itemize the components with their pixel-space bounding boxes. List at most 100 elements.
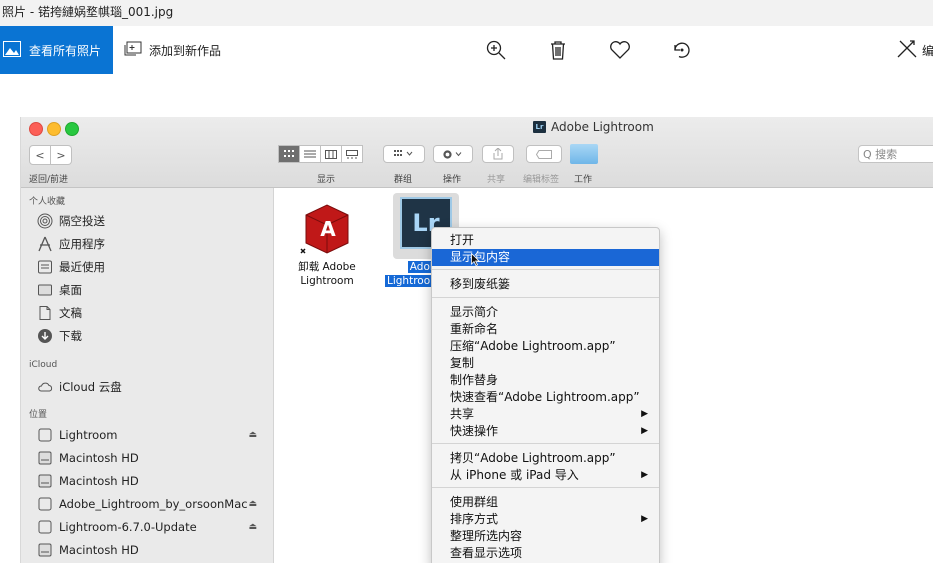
sidebar-item-downloads[interactable]: 下载	[37, 327, 267, 345]
hard-drive-icon	[37, 473, 53, 489]
photo-icon	[3, 40, 21, 60]
desktop-icon	[37, 282, 53, 298]
menu-item-label: 拷贝“Adobe Lightroom.app”	[450, 451, 616, 465]
finder-title-text: Adobe Lightroom	[551, 120, 654, 134]
heart-icon[interactable]	[608, 38, 632, 62]
eject-icon[interactable]: ⏏	[248, 522, 257, 532]
menu-item-clean-up-selection[interactable]: 整理所选内容	[432, 528, 659, 545]
search-field[interactable]: Q 搜索	[858, 145, 933, 163]
view-all-photos-label: 查看所有照片	[29, 43, 102, 58]
sidebar-item-label: Macintosh HD	[59, 451, 139, 465]
edit-button[interactable]: 编	[896, 38, 933, 62]
gallery-view-icon[interactable]	[341, 145, 363, 163]
sidebar-item-label: Lightroom-6.7.0-Update	[59, 520, 197, 534]
sidebar-item-label: Adobe_Lightroom_by_orsoonMac	[59, 497, 248, 511]
column-view-icon[interactable]	[320, 145, 342, 163]
sidebar-item-location[interactable]: Macintosh HD	[37, 541, 267, 559]
sidebar-item-airdrop[interactable]: 隔空投送	[37, 212, 267, 230]
list-view-icon[interactable]	[299, 145, 321, 163]
sidebar-item-recents[interactable]: 最近使用	[37, 258, 267, 276]
menu-item-label: 查看显示选项	[450, 546, 523, 560]
sidebar-item-location[interactable]: Lightroom ⏏	[37, 426, 267, 444]
zoom-window-button[interactable]	[65, 122, 79, 136]
action-button[interactable]	[433, 145, 473, 163]
zoom-in-icon[interactable]	[484, 38, 508, 62]
rotate-icon[interactable]	[670, 38, 694, 62]
icloud-header: iCloud	[29, 360, 58, 370]
menu-item-label: 移到废纸篓	[450, 277, 511, 291]
view-all-photos-button[interactable]: 查看所有照片	[0, 26, 113, 74]
work-label: 工作	[574, 175, 593, 185]
menu-item-sort-by[interactable]: 排序方式 ▶	[432, 511, 659, 528]
uninstaller-icon-letter: A	[320, 217, 336, 241]
menu-item-import-from-iphone[interactable]: 从 iPhone 或 iPad 导入 ▶	[432, 467, 659, 484]
menu-item-move-to-trash[interactable]: 移到废纸篓	[432, 276, 659, 293]
menu-item-share[interactable]: 共享 ▶	[432, 406, 659, 423]
menu-item-copy[interactable]: 拷贝“Adobe Lightroom.app”	[432, 450, 659, 467]
eject-icon[interactable]: ⏏	[248, 430, 257, 440]
nav-buttons: < >	[29, 145, 72, 165]
sidebar-item-label: iCloud 云盘	[59, 380, 122, 394]
view-mode-segment	[278, 145, 363, 163]
menu-item-get-info[interactable]: 显示简介	[432, 304, 659, 321]
sidebar-item-applications[interactable]: 应用程序	[37, 235, 267, 253]
close-window-button[interactable]	[29, 122, 43, 136]
icon-view-icon[interactable]	[278, 145, 300, 163]
group-button[interactable]	[383, 145, 425, 163]
menu-item-make-alias[interactable]: 制作替身	[432, 372, 659, 389]
recents-icon	[37, 259, 53, 275]
disk-icon	[37, 427, 53, 443]
work-folder-icon[interactable]	[570, 144, 598, 164]
menu-item-show-package-contents[interactable]: 显示包内容	[432, 249, 659, 266]
minimize-window-button[interactable]	[47, 122, 61, 136]
favorites-header: 个人收藏	[29, 197, 66, 207]
share-button[interactable]	[482, 145, 514, 163]
menu-item-label: 重新命名	[450, 322, 499, 336]
forward-button[interactable]: >	[51, 145, 72, 165]
action-label: 操作	[443, 175, 462, 185]
downloads-icon	[37, 328, 53, 344]
menu-item-label: 整理所选内容	[450, 529, 523, 543]
menu-item-use-groups[interactable]: 使用群组	[432, 494, 659, 511]
uninstall-label-line2: Lightroom	[300, 275, 354, 287]
sidebar-item-location[interactable]: Macintosh HD	[37, 449, 267, 467]
group-icon	[383, 145, 425, 163]
sidebar-item-icloud-drive[interactable]: iCloud 云盘	[37, 378, 267, 396]
eject-icon[interactable]: ⏏	[248, 499, 257, 509]
sidebar-item-label: 应用程序	[59, 237, 105, 251]
edit-label: 编	[922, 43, 933, 58]
sidebar-item-label: 桌面	[59, 283, 82, 297]
submenu-arrow-icon: ▶	[641, 409, 648, 419]
cloud-icon	[37, 379, 53, 395]
edit-icon	[896, 39, 918, 62]
delete-icon[interactable]	[546, 38, 570, 62]
tags-button[interactable]	[526, 145, 562, 163]
sidebar-item-documents[interactable]: 文稿	[37, 304, 267, 322]
menu-item-duplicate[interactable]: 复制	[432, 355, 659, 372]
menu-item-quick-look[interactable]: 快速查看“Adobe Lightroom.app”	[432, 389, 659, 406]
uninstall-lightroom-file[interactable]: A	[300, 201, 354, 255]
add-to-creation-button[interactable]: 添加到新作品	[124, 26, 221, 74]
finder-sidebar: 个人收藏 隔空投送 应用程序 最近使用 桌面 文稿 下载 iCloud iClo…	[21, 188, 274, 563]
finder-toolbar: Lr Adobe Lightroom < > 返回/前进 显示 群组 操作 共享…	[21, 117, 933, 188]
finder-window: Lr Adobe Lightroom < > 返回/前进 显示 群组 操作 共享…	[20, 117, 933, 563]
finder-title: Lr Adobe Lightroom	[533, 120, 654, 134]
sidebar-item-location[interactable]: Adobe_Lightroom_by_orsoonMac ⏏	[37, 495, 267, 513]
menu-item-rename[interactable]: 重新命名	[432, 321, 659, 338]
back-button[interactable]: <	[29, 145, 51, 165]
menu-item-label: 压缩“Adobe Lightroom.app”	[450, 339, 616, 353]
sidebar-item-label: 最近使用	[59, 260, 105, 274]
sidebar-item-location[interactable]: Macintosh HD	[37, 472, 267, 490]
menu-item-show-view-options[interactable]: 查看显示选项	[432, 545, 659, 562]
menu-item-label: 使用群组	[450, 495, 499, 509]
display-label: 显示	[317, 175, 336, 185]
menu-item-open[interactable]: 打开	[432, 232, 659, 249]
menu-separator	[432, 297, 659, 298]
tag-icon	[526, 145, 562, 163]
menu-item-quick-actions[interactable]: 快速操作 ▶	[432, 423, 659, 440]
menu-item-compress[interactable]: 压缩“Adobe Lightroom.app”	[432, 338, 659, 355]
sidebar-item-desktop[interactable]: 桌面	[37, 281, 267, 299]
locations-header: 位置	[29, 410, 48, 420]
sidebar-item-location[interactable]: Lightroom-6.7.0-Update ⏏	[37, 518, 267, 536]
menu-item-label: 复制	[450, 356, 475, 370]
